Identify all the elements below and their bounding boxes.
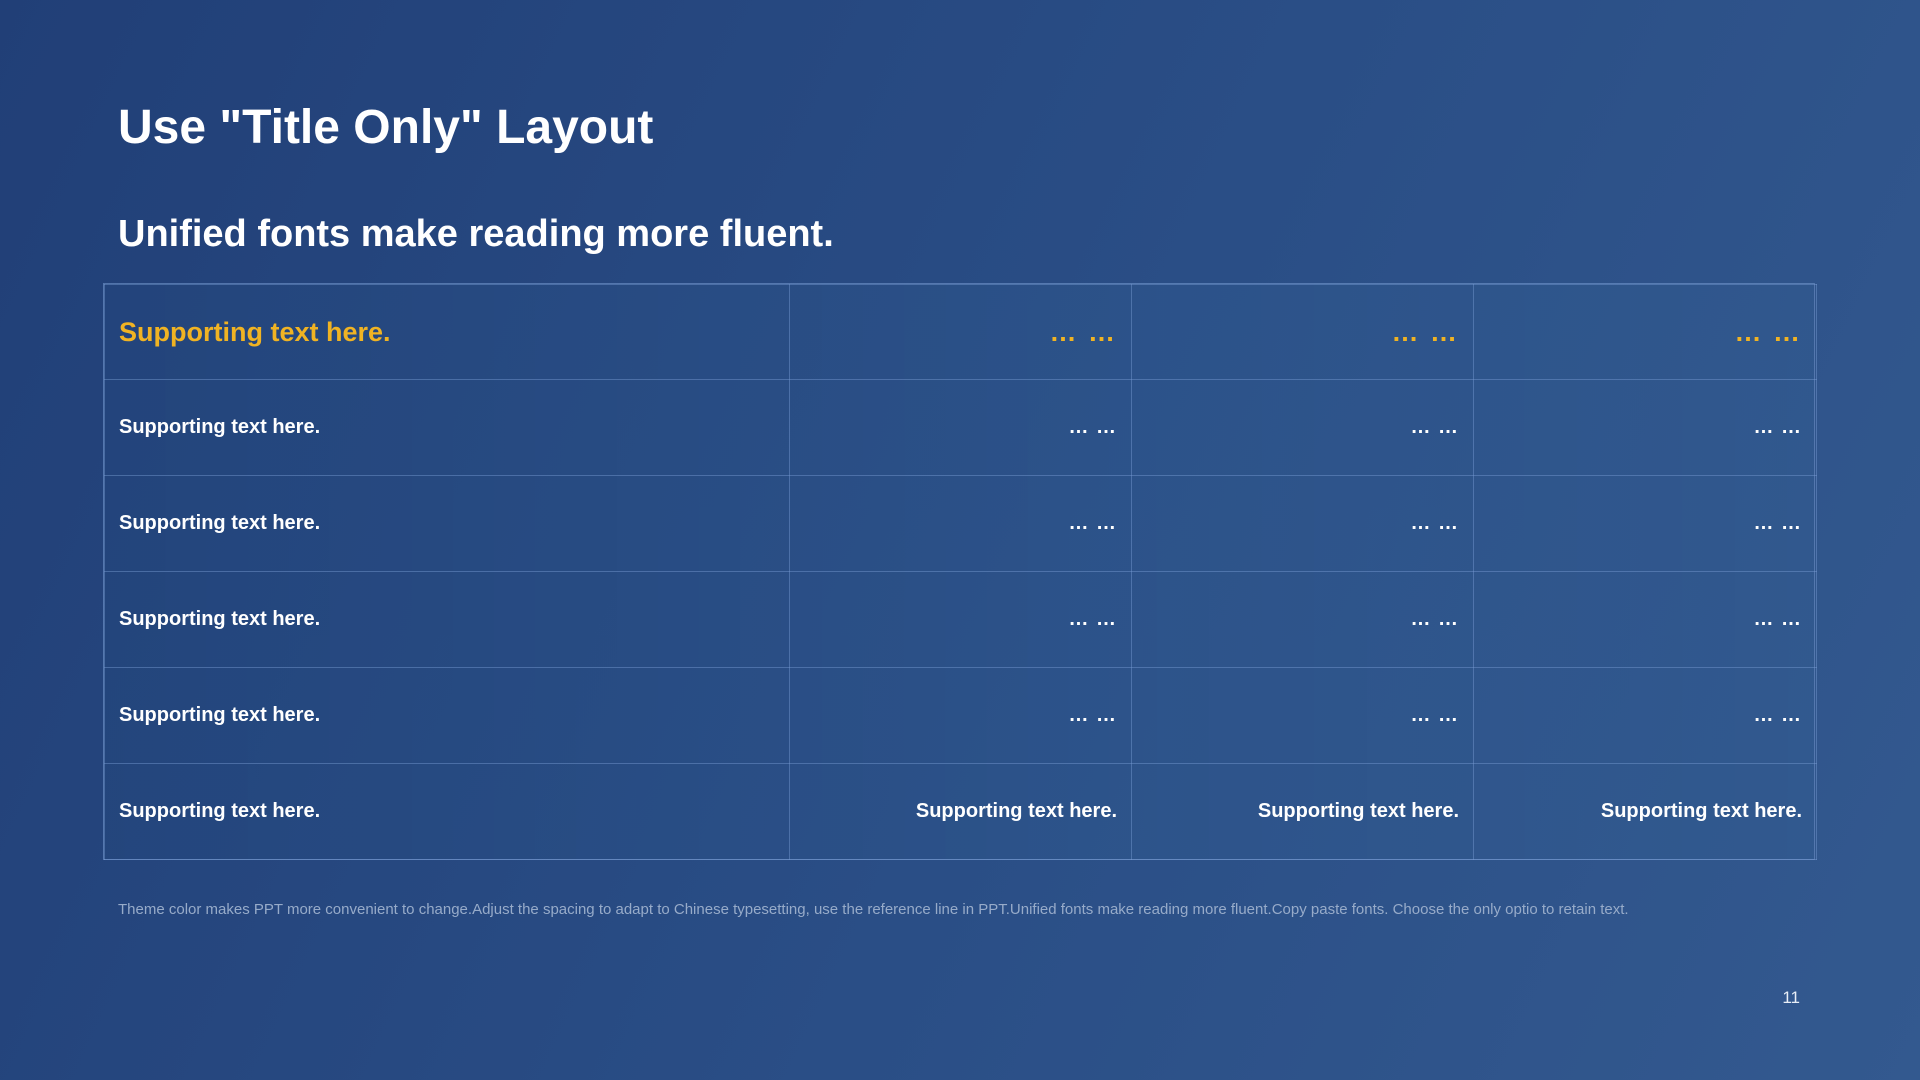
table-header-row: Supporting text here. … … … … … … xyxy=(104,284,1817,380)
table-cell: … … xyxy=(1473,667,1817,764)
table-cell: … … xyxy=(789,571,1132,668)
footnote-text: Theme color makes PPT more convenient to… xyxy=(118,901,1629,918)
slide-subtitle: Unified fonts make reading more fluent. xyxy=(118,213,834,255)
table-cell: … … xyxy=(789,379,1132,476)
table-cell: … … xyxy=(1131,475,1474,572)
table-cell: … … xyxy=(1473,571,1817,668)
table-row: Supporting text here. … … … … … … xyxy=(104,475,1817,572)
table-cell: Supporting text here. xyxy=(1473,763,1817,860)
header-cell: … … xyxy=(1473,284,1817,380)
page-number: 11 xyxy=(1782,988,1800,1007)
table-cell: Supporting text here. xyxy=(1131,763,1474,860)
table-row: Supporting text here. Supporting text he… xyxy=(104,763,1817,860)
table-row: Supporting text here. … … … … … … xyxy=(104,379,1817,476)
table-cell: … … xyxy=(789,475,1132,572)
row-label-cell: Supporting text here. xyxy=(104,667,790,764)
row-label-cell: Supporting text here. xyxy=(104,475,790,572)
table-cell: Supporting text here. xyxy=(789,763,1132,860)
slide-title: Use "Title Only" Layout xyxy=(118,101,654,154)
comparison-table: Supporting text here. … … … … … … Suppor… xyxy=(103,283,1817,860)
table-row: Supporting text here. … … … … … … xyxy=(104,571,1817,668)
row-label-cell: Supporting text here. xyxy=(104,571,790,668)
row-label-cell: Supporting text here. xyxy=(104,379,790,476)
row-label-cell: Supporting text here. xyxy=(104,763,790,860)
header-cell: Supporting text here. xyxy=(104,284,790,380)
header-cell: … … xyxy=(789,284,1132,380)
table-cell: … … xyxy=(1131,667,1474,764)
table-row: Supporting text here. … … … … … … xyxy=(104,667,1817,764)
table-cell: … … xyxy=(1473,475,1817,572)
table-cell: … … xyxy=(1131,571,1474,668)
table-cell: … … xyxy=(1131,379,1474,476)
table-cell: … … xyxy=(1473,379,1817,476)
header-cell: … … xyxy=(1131,284,1474,380)
data-table: Supporting text here. … … … … … … Suppor… xyxy=(104,284,1817,860)
table-cell: … … xyxy=(789,667,1132,764)
